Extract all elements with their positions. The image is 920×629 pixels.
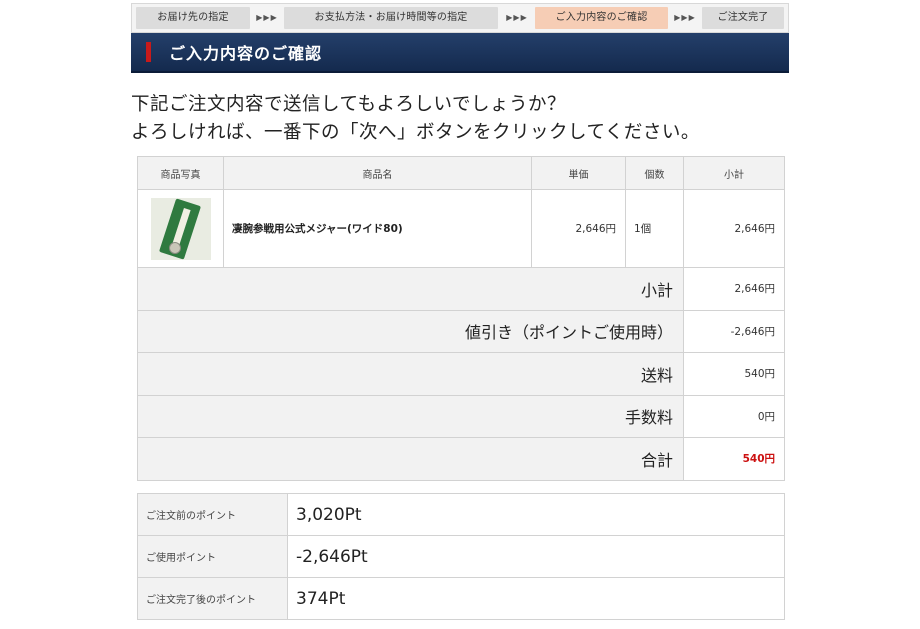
subtotal-label: 小計 bbox=[137, 267, 684, 311]
step-arrow-icon: ▶▶▶ bbox=[674, 13, 696, 22]
points-used-value: -2,646Pt bbox=[287, 535, 785, 578]
checkout-steps: お届け先の指定 ▶▶▶ お支払方法・お届け時間等の指定 ▶▶▶ ご入力内容のご確… bbox=[131, 3, 789, 33]
total-value: 540円 bbox=[683, 437, 785, 481]
points-row-used: ご使用ポイント -2,646Pt bbox=[137, 535, 785, 578]
discount-label: 値引き（ポイントご使用時） bbox=[137, 309, 684, 353]
summary-row-discount: 値引き（ポイントご使用時） -2,646円 bbox=[137, 309, 785, 353]
points-after-label: ご注文完了後のポイント bbox=[137, 577, 288, 620]
fee-value: 0円 bbox=[683, 394, 785, 438]
section-banner: ご入力内容のご確認 bbox=[131, 33, 789, 73]
points-before-value: 3,020Pt bbox=[287, 493, 785, 536]
points-after-value: 374Pt bbox=[287, 577, 785, 620]
header-unit-price: 単価 bbox=[531, 156, 626, 190]
step-shipping-address: お届け先の指定 bbox=[136, 7, 250, 29]
points-used-label: ご使用ポイント bbox=[137, 535, 288, 578]
header-quantity: 個数 bbox=[625, 156, 684, 190]
points-row-before: ご注文前のポイント 3,020Pt bbox=[137, 493, 785, 536]
step-complete: ご注文完了 bbox=[702, 7, 784, 29]
confirm-message-line-1: 下記ご注文内容で送信してもよろしいでしょうか？ bbox=[131, 94, 566, 115]
step-arrow-icon: ▶▶▶ bbox=[256, 13, 278, 22]
confirm-message-line-2: よろしければ、一番下の「次へ」ボタンをクリックしてください。 bbox=[131, 122, 700, 143]
points-before-label: ご注文前のポイント bbox=[137, 493, 288, 536]
product-photo bbox=[150, 197, 211, 260]
header-photo: 商品写真 bbox=[137, 156, 224, 190]
banner-accent-mark bbox=[146, 42, 151, 62]
shipping-value: 540円 bbox=[683, 352, 785, 396]
summary-row-subtotal: 小計 2,646円 bbox=[137, 267, 785, 311]
product-quantity: 1個 bbox=[625, 189, 684, 268]
summary-row-shipping: 送料 540円 bbox=[137, 352, 785, 396]
step-confirm: ご入力内容のご確認 bbox=[535, 7, 668, 29]
points-row-after: ご注文完了後のポイント 374Pt bbox=[137, 577, 785, 620]
step-arrow-icon: ▶▶▶ bbox=[506, 13, 528, 22]
total-label: 合計 bbox=[137, 437, 684, 481]
discount-value: -2,646円 bbox=[683, 309, 785, 353]
step-payment-method: お支払方法・お届け時間等の指定 bbox=[284, 7, 498, 29]
summary-row-fee: 手数料 0円 bbox=[137, 394, 785, 438]
product-subtotal: 2,646円 bbox=[683, 189, 785, 268]
header-subtotal: 小計 bbox=[683, 156, 785, 190]
shipping-label: 送料 bbox=[137, 352, 684, 396]
fee-label: 手数料 bbox=[137, 394, 684, 438]
table-row: 凄腕参戦用公式メジャー(ワイド80) 2,646円 1個 2,646円 bbox=[137, 189, 785, 268]
summary-row-total: 合計 540円 bbox=[137, 437, 785, 481]
order-table-header: 商品写真 商品名 単価 個数 小計 bbox=[137, 156, 785, 190]
order-table: 商品写真 商品名 単価 個数 小計 凄腕参戦用公式メジャー(ワイド80) 2,6… bbox=[137, 156, 785, 481]
product-name: 凄腕参戦用公式メジャー(ワイド80) bbox=[223, 189, 532, 268]
header-product-name: 商品名 bbox=[223, 156, 532, 190]
page-title: ご入力内容のご確認 bbox=[169, 44, 323, 63]
points-table: ご注文前のポイント 3,020Pt ご使用ポイント -2,646Pt ご注文完了… bbox=[137, 493, 785, 620]
subtotal-value: 2,646円 bbox=[683, 267, 785, 311]
product-unit-price: 2,646円 bbox=[531, 189, 626, 268]
